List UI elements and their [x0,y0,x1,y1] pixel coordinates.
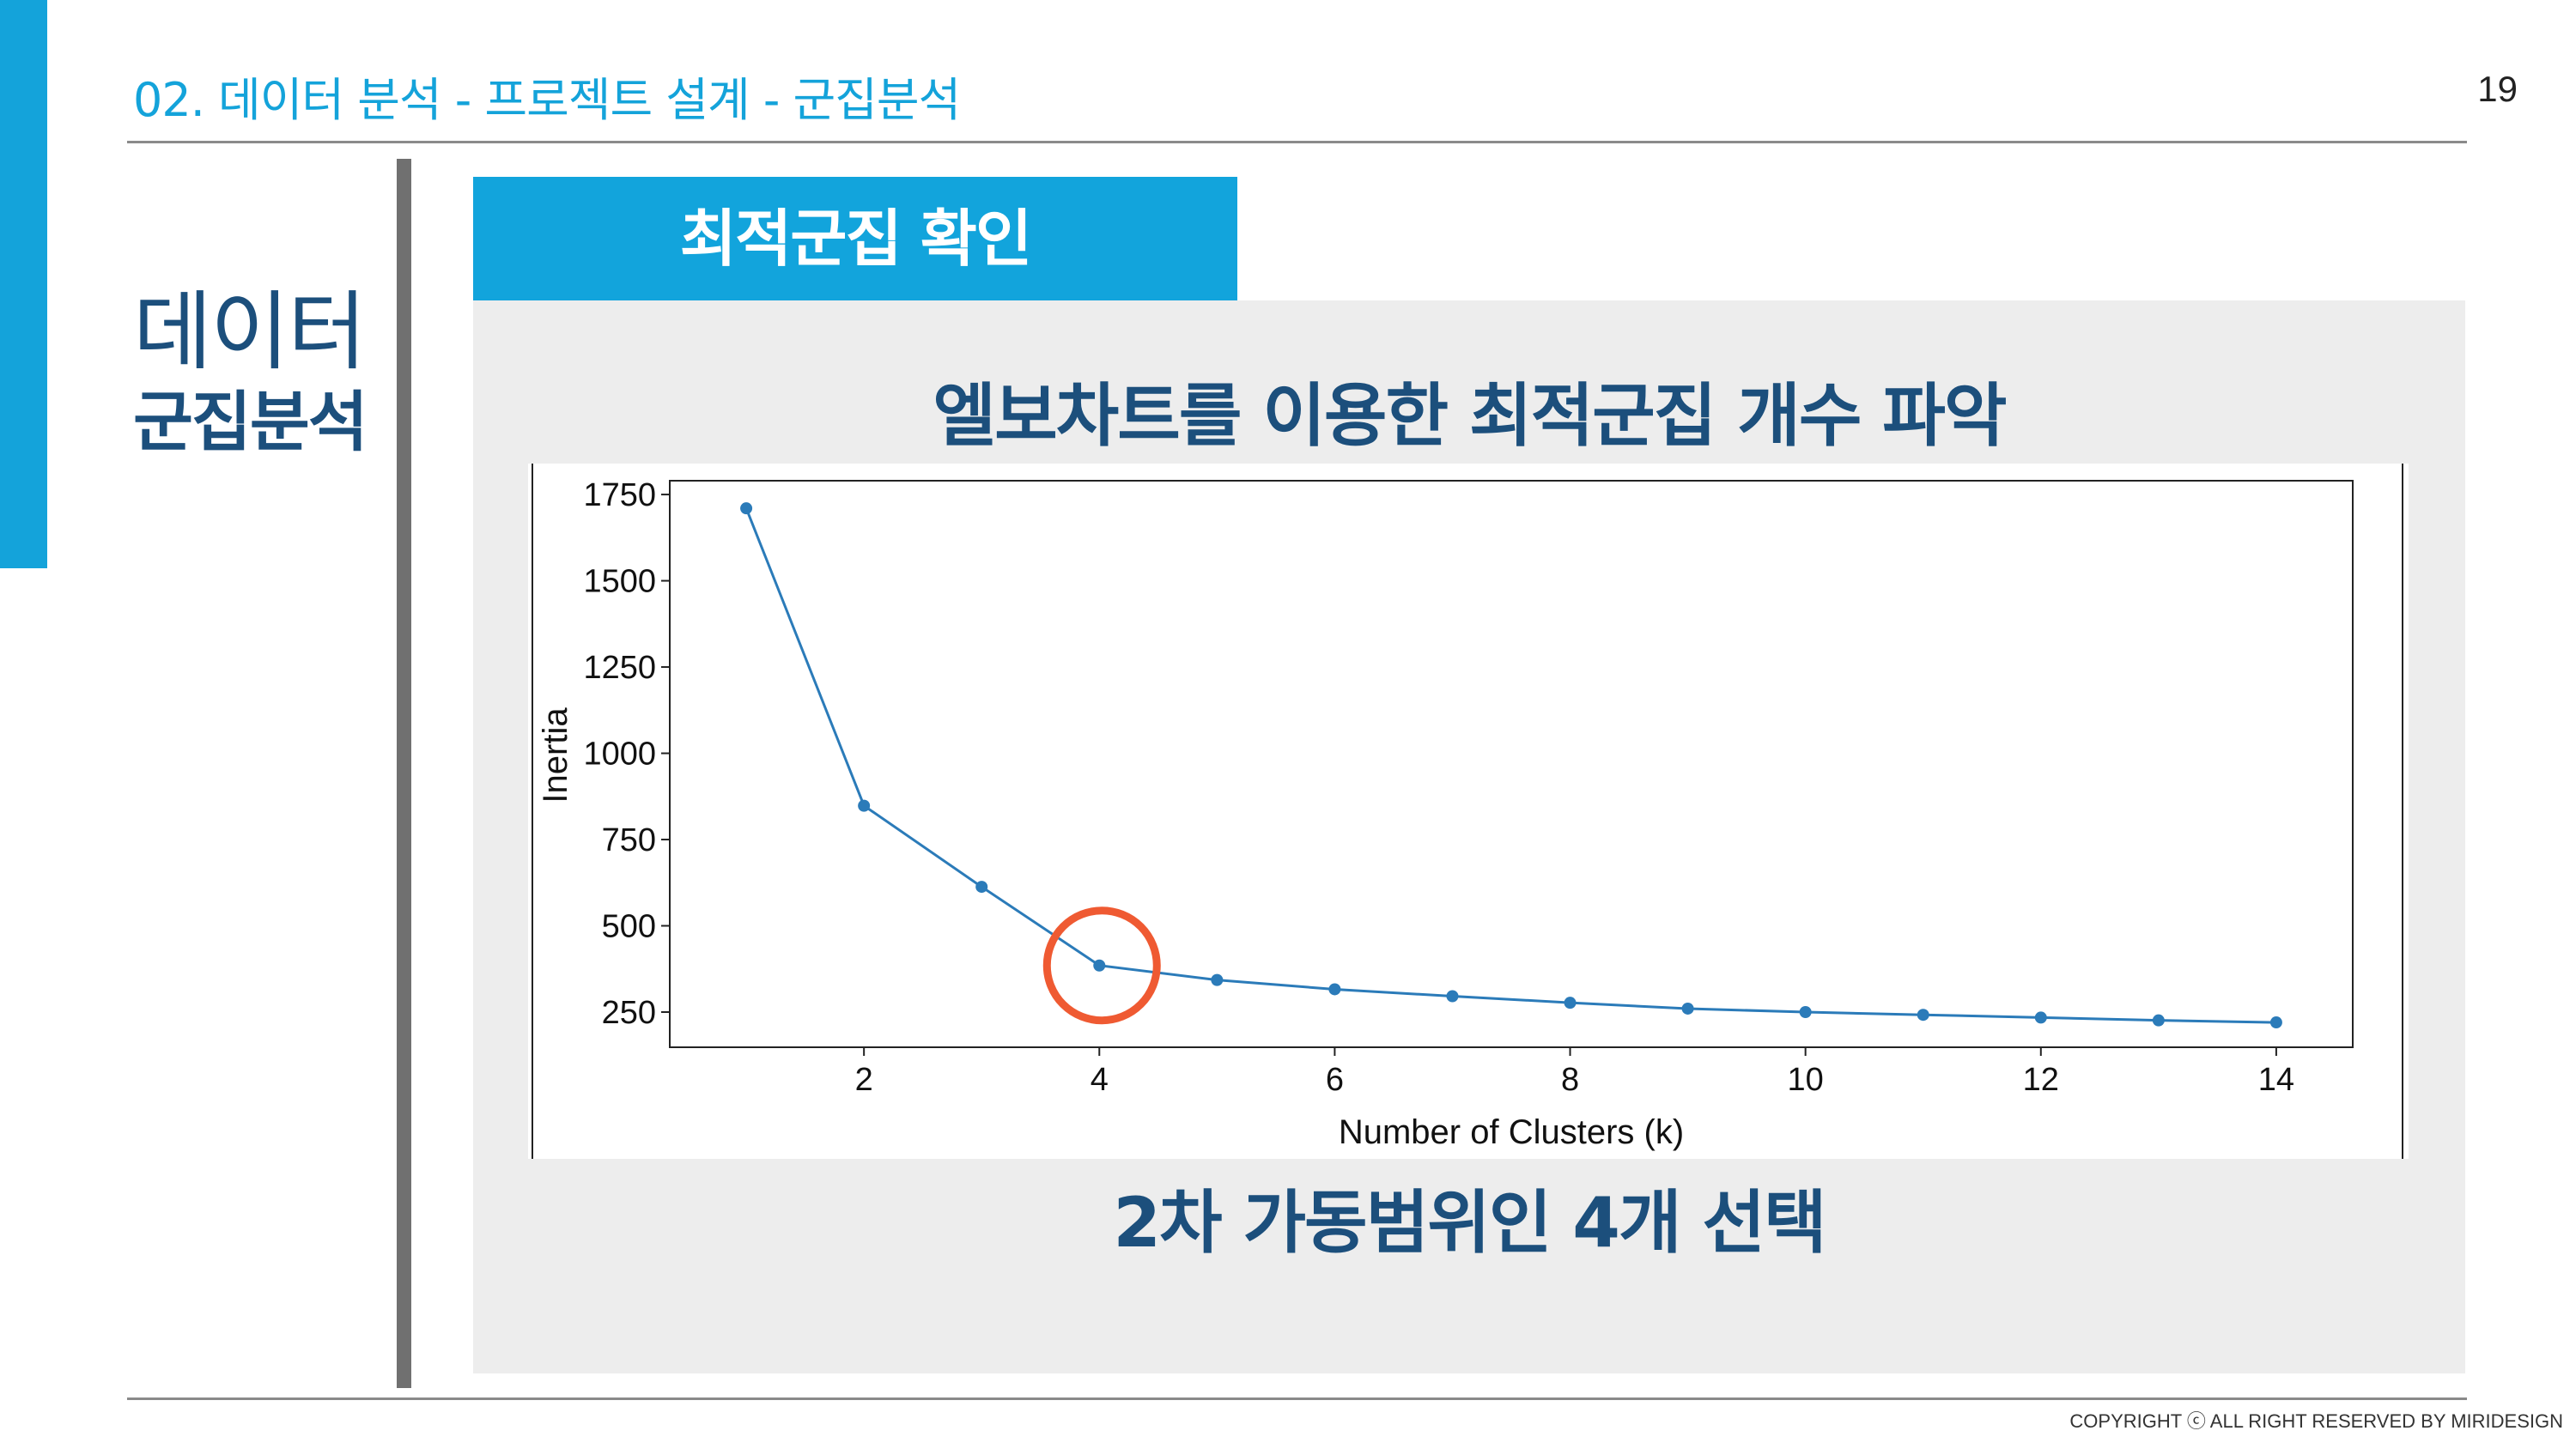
elbow-chart-svg: 250 500 750 1000 1250 1500 1750 2 4 6 8 10 12 14 Numbe… [532,464,2403,1159]
y-tick-label: 1750 [583,477,656,513]
section-tab: 최적군집 확인 [473,177,1237,300]
data-point [2152,1014,2165,1027]
y-tick-label: 750 [602,822,656,858]
x-tick-label: 6 [1326,1062,1344,1098]
data-point [1799,1006,1812,1019]
data-point [1446,990,1459,1003]
header-title: 02. 데이터 분석 - 프로젝트 설계 - 군집분석 [133,73,961,127]
y-tick-label: 250 [602,995,656,1031]
y-axis-title: Inertia [537,707,574,803]
elbow-chart: 250 500 750 1000 1250 1500 1750 2 4 6 8 10 12 14 Numbe… [528,464,2409,1159]
x-tick-label: 14 [2258,1062,2294,1098]
x-tick-label: 8 [1561,1062,1579,1098]
data-point [858,799,871,812]
y-tick-label: 500 [602,909,656,945]
data-point [1211,973,1224,986]
x-tick-label: 4 [1091,1062,1109,1098]
data-point [2034,1011,2047,1024]
data-point [1093,959,1106,972]
y-tick-label: 1000 [583,737,656,773]
data-point [1681,1002,1694,1015]
data-point [740,502,753,515]
y-tick-label: 1250 [583,650,656,686]
data-point [1564,997,1577,1009]
data-point [2269,1016,2282,1029]
data-point [1328,983,1341,996]
chart-heading: 엘보차트를 이용한 최적군집 개수 파악 [933,376,2007,456]
plot-frame [669,480,2354,1048]
inertia-line [744,507,2276,1024]
x-tick-label: 10 [1788,1062,1824,1098]
conclusion-text: 2차 가동범위인 4개 선택 [1113,1183,1826,1263]
footer-divider [127,1397,2467,1400]
side-title: 데이터 [133,282,367,382]
header-divider [127,141,2467,143]
vertical-divider [397,159,411,1388]
side-subtitle: 군집분석 [133,384,368,460]
y-tick-label: 1500 [583,564,656,600]
data-point [975,881,988,894]
x-tick-label: 2 [855,1062,873,1098]
page-number: 19 [2477,69,2518,109]
data-point [1917,1009,1929,1022]
copyright-text: COPYRIGHT ⓒ ALL RIGHT RESERVED BY MIRIDE… [2069,1410,2563,1432]
x-axis-title: Number of Clusters (k) [1339,1113,1684,1151]
x-tick-label: 12 [2023,1062,2059,1098]
accent-bar [0,0,47,568]
